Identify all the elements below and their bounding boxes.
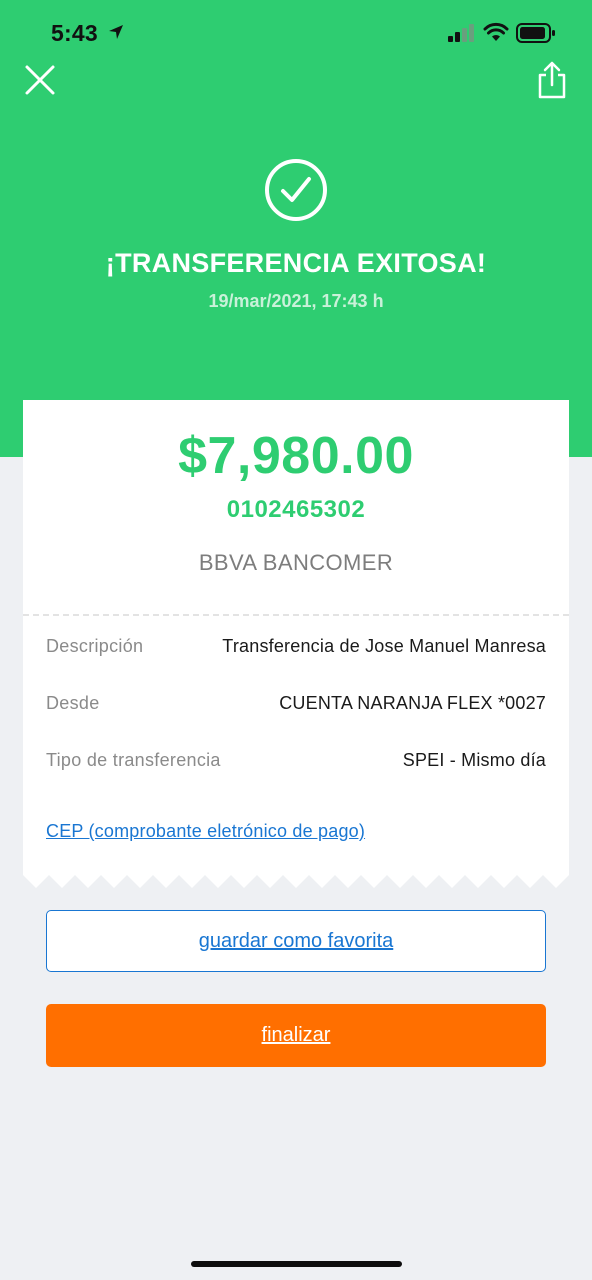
detail-label: Tipo de transferencia [46, 750, 221, 770]
receipt-card: $7,980.00 0102465302 BBVA BANCOMER Descr… [23, 400, 569, 890]
status-bar: 5:43 [0, 0, 592, 64]
transfer-date: 19/mar/2021, 17:43 h [208, 291, 384, 311]
cep-link[interactable]: CEP (comprobante eletrónico de pago) [46, 821, 365, 842]
wifi-icon [483, 22, 509, 41]
status-time: 5:43 [51, 20, 98, 46]
dashed-divider [23, 614, 569, 616]
destination-account: 0102465302 [226, 496, 366, 523]
success-title: ¡TRANSFERENCIA EXITOSA! [105, 248, 487, 278]
detail-row-transfer-type: Tipo de transferencia SPEI - Mismo día [46, 750, 546, 776]
check-circle-icon [265, 159, 327, 221]
location-arrow-icon [109, 25, 123, 39]
detail-label: Desde [46, 693, 100, 713]
success-header [0, 0, 592, 457]
detail-value: SPEI - Mismo día [402, 750, 546, 770]
transfer-amount: $7,980.00 [178, 427, 414, 485]
save-favorite-button[interactable]: guardar como favorita [46, 910, 546, 972]
detail-value: CUENTA NARANJA FLEX *0027 [279, 693, 546, 713]
close-icon [25, 65, 55, 95]
close-button[interactable] [22, 62, 58, 98]
battery-icon [516, 23, 555, 43]
detail-value: Transferencia de Jose Manuel Manresa [222, 636, 546, 656]
destination-bank: BBVA BANCOMER [198, 550, 394, 575]
share-button[interactable] [534, 60, 570, 100]
detail-row-description: Descripción Transferencia de Jose Manuel… [46, 636, 546, 662]
detail-label: Descripción [46, 636, 144, 656]
finish-button[interactable]: finalizar [46, 1004, 546, 1067]
home-indicator[interactable] [191, 1261, 402, 1267]
cellular-signal-icon [448, 24, 474, 42]
share-icon [538, 61, 566, 99]
detail-row-from: Desde CUENTA NARANJA FLEX *0027 [46, 693, 546, 719]
